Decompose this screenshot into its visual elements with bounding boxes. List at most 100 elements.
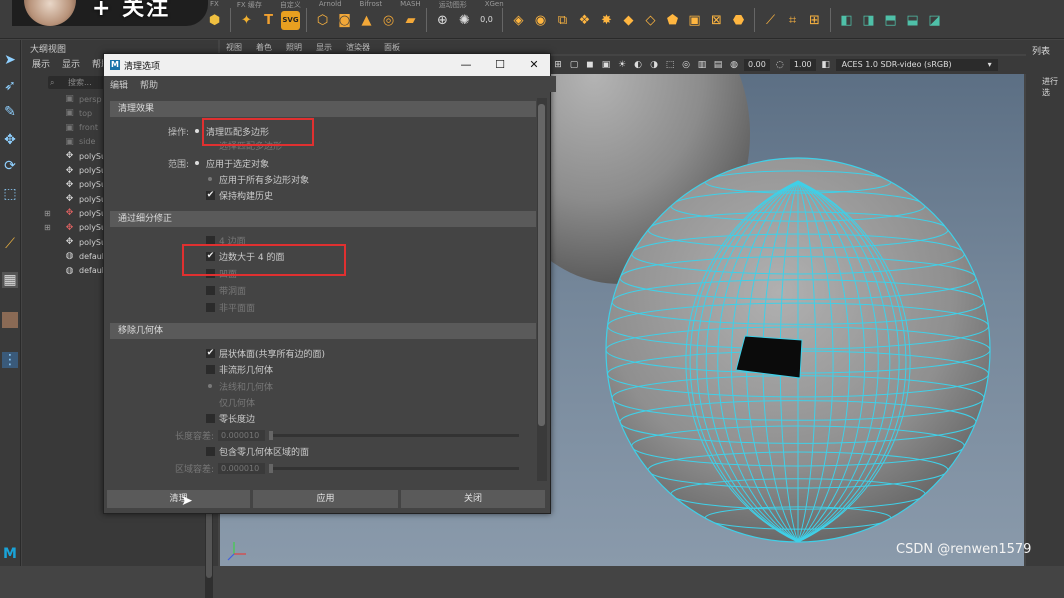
expand-icon[interactable]: ⊞ (44, 209, 51, 218)
dialog-menu-item[interactable]: 编辑 (110, 78, 128, 91)
lamina-checkbox[interactable]: ✔ (206, 348, 215, 358)
close-button[interactable]: 关闭 (401, 490, 545, 508)
uv-sew-icon[interactable]: ◪ (925, 11, 944, 30)
maximize-icon[interactable]: ☐ (490, 57, 510, 73)
viewport-menu-item[interactable]: 视图 (226, 42, 242, 53)
shelf-tab[interactable]: FX (210, 0, 219, 8)
rotate-tool-icon[interactable]: ⟳ (2, 158, 18, 174)
shelf-tab[interactable]: Bifrost (360, 0, 383, 8)
textured-icon[interactable]: ▣ (600, 59, 612, 71)
color-manage-icon[interactable]: ◧ (820, 59, 832, 71)
poly-cube-icon[interactable]: ◈ (509, 11, 528, 30)
shadows-icon[interactable]: ◐ (632, 59, 644, 71)
torus-icon[interactable]: ◎ (379, 11, 398, 30)
smooth-shade-icon[interactable]: ◼ (584, 59, 596, 71)
locator-icon[interactable]: ⊕ (433, 11, 452, 30)
shelf-tab[interactable]: Arnold (319, 0, 342, 8)
xray-joints-icon[interactable]: ▤ (712, 59, 724, 71)
dialog-scrollbar[interactable] (537, 98, 547, 481)
gamma-field[interactable]: 1.00 (789, 59, 816, 71)
viewport-menu-item[interactable]: 着色 (256, 42, 272, 53)
uv-unfold-icon[interactable]: ◨ (859, 11, 878, 30)
uv-cut-icon[interactable]: ⬓ (903, 11, 922, 30)
isolate-icon[interactable]: ◎ (680, 59, 692, 71)
edge-loop-icon[interactable]: ⌗ (783, 11, 802, 30)
target-weld-icon[interactable]: ⊠ (707, 11, 726, 30)
shelf-tab[interactable]: 运动图形 (439, 0, 467, 9)
fill-hole-icon[interactable]: ▣ (685, 11, 704, 30)
viewport-menu-item[interactable]: 照明 (286, 42, 302, 53)
grid-icon[interactable]: ⊞ (552, 59, 564, 71)
ao-icon[interactable]: ◑ (648, 59, 660, 71)
smooth-icon[interactable]: ✸ (597, 11, 616, 30)
operation-radio-cleanup[interactable] (193, 127, 202, 136)
insert-loop-icon[interactable]: ⊞ (805, 11, 824, 30)
outliner-menu-item[interactable]: 展示 (32, 57, 50, 70)
cone-icon[interactable]: ▲ (357, 11, 376, 30)
expand-icon[interactable]: ⊞ (44, 223, 51, 232)
outliner-menu-item[interactable]: 显示 (62, 57, 80, 70)
select-tool-icon[interactable]: ➤ (2, 52, 18, 68)
merge-icon[interactable]: ⬣ (729, 11, 748, 30)
section-header[interactable]: 清理效果 (110, 101, 536, 117)
close-icon[interactable]: ✕ (524, 57, 544, 73)
geometry-only-radio[interactable] (206, 398, 215, 407)
scope-radio-all[interactable] (206, 175, 215, 184)
nonplanar-checkbox[interactable] (206, 302, 215, 312)
separate-icon[interactable]: ❖ (575, 11, 594, 30)
multi-cut-icon[interactable]: ⟋ (761, 11, 780, 30)
slider-knob[interactable] (269, 463, 273, 473)
move-tool-icon[interactable]: ✥ (2, 132, 18, 148)
shelf-tab[interactable]: FX 缓存 (237, 0, 262, 9)
nonmanifold-checkbox[interactable] (206, 364, 215, 374)
lasso-tool-icon[interactable]: ➶ (2, 78, 18, 94)
scope-radio-selected[interactable] (193, 159, 202, 168)
outliner-item[interactable]: ▣ front (64, 121, 98, 135)
list-tab[interactable]: 列表 (1032, 44, 1050, 57)
bridge-icon[interactable]: ⬟ (663, 11, 682, 30)
wireframe-icon[interactable]: ▢ (568, 59, 580, 71)
area-tolerance-slider[interactable] (269, 463, 519, 473)
combine-icon[interactable]: ⧉ (553, 11, 572, 30)
outliner-item[interactable]: ▣ top (64, 106, 92, 120)
layout-icon[interactable]: ⋮ (2, 352, 18, 368)
svg-icon[interactable]: SVG (281, 10, 300, 30)
uv-layout-icon[interactable]: ⬒ (881, 11, 900, 30)
dialog-menu-item[interactable]: 帮助 (140, 78, 158, 91)
plane-icon[interactable]: ▰ (401, 11, 420, 30)
length-tolerance-field[interactable]: 0.000010 (218, 429, 265, 441)
aa-icon[interactable]: ⬚ (664, 59, 676, 71)
minimize-icon[interactable]: — (456, 57, 476, 73)
section-header[interactable]: 通过细分修正 (110, 211, 536, 227)
text-icon[interactable]: T (259, 11, 278, 30)
bevel-icon[interactable]: ◇ (641, 11, 660, 30)
shelf-tab[interactable]: 自定义 (280, 0, 301, 9)
exposure-field[interactable]: 0.00 (744, 59, 770, 71)
normals-geometry-radio[interactable] (206, 382, 215, 391)
poly-cylinder-icon[interactable]: ◉ (531, 11, 550, 30)
scale-tool-icon[interactable]: ⬚ (2, 186, 18, 202)
shelf-tab[interactable]: XGen (485, 0, 504, 8)
outliner-item[interactable]: ▣ side (64, 135, 95, 149)
dialog-titlebar[interactable]: M 清理选项 — ☐ ✕ (104, 54, 550, 76)
viewport-menu-item[interactable]: 渲染器 (346, 42, 370, 53)
extrude-icon[interactable]: ◆ (619, 11, 638, 30)
xray-icon[interactable]: ▥ (696, 59, 708, 71)
origin-icon[interactable]: 0,0 (477, 11, 496, 30)
scrollbar-thumb[interactable] (538, 104, 545, 426)
holed-checkbox[interactable] (206, 285, 215, 295)
zero-length-checkbox[interactable] (206, 413, 215, 423)
shelf-tab[interactable]: MASH (400, 0, 421, 8)
lights-icon[interactable]: ☀ (616, 59, 628, 71)
keep-history-checkbox[interactable]: ✔ (206, 190, 215, 200)
viewport-menu-item[interactable]: 显示 (316, 42, 332, 53)
cleanup-button[interactable]: 清理 (107, 490, 250, 508)
last-tool-icon[interactable]: ⟋ (2, 236, 18, 252)
joint-icon[interactable]: ✺ (455, 11, 474, 30)
cylinder-icon[interactable]: ◙ (335, 11, 354, 30)
color-space-dropdown[interactable]: ACES 1.0 SDR-video (sRGB) ▾ (835, 59, 998, 71)
slider-knob[interactable] (269, 430, 273, 440)
cube-icon[interactable]: ⬡ (313, 11, 332, 30)
apply-button[interactable]: 应用 (253, 490, 398, 508)
viewport-menu-item[interactable]: 面板 (384, 42, 400, 53)
